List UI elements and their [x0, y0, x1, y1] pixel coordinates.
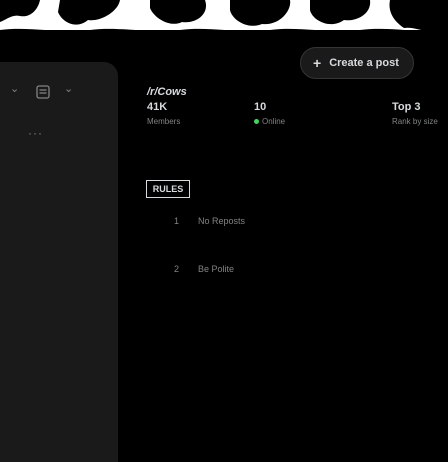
- more-icon[interactable]: ···: [28, 126, 43, 140]
- tab-rules[interactable]: RULES: [146, 180, 190, 198]
- online-dot-icon: [254, 119, 259, 125]
- rule-text: No Reposts: [198, 216, 246, 226]
- layout-icon[interactable]: [36, 85, 50, 104]
- members-label: Members: [147, 117, 181, 126]
- online-label: Online: [254, 117, 285, 126]
- plus-icon: +: [313, 55, 322, 71]
- online-count: 10: [254, 101, 267, 113]
- create-post-label: Create a post: [329, 57, 399, 69]
- create-post-button[interactable]: + Create a post: [300, 47, 414, 79]
- rank-value: Top 3: [392, 101, 421, 113]
- left-sidebar: [0, 62, 118, 462]
- rule-text: Be Polite: [198, 264, 235, 274]
- members-count: 41K: [147, 101, 168, 113]
- chevron-down-icon[interactable]: ⌄: [10, 82, 19, 95]
- rule-number: 2: [174, 264, 180, 274]
- rank-label: Rank by size: [392, 117, 438, 126]
- community-name[interactable]: /r/Cows: [147, 86, 187, 98]
- rule-number: 1: [174, 216, 180, 226]
- chevron-down-icon[interactable]: ⌄: [64, 82, 73, 95]
- community-banner: [0, 0, 448, 40]
